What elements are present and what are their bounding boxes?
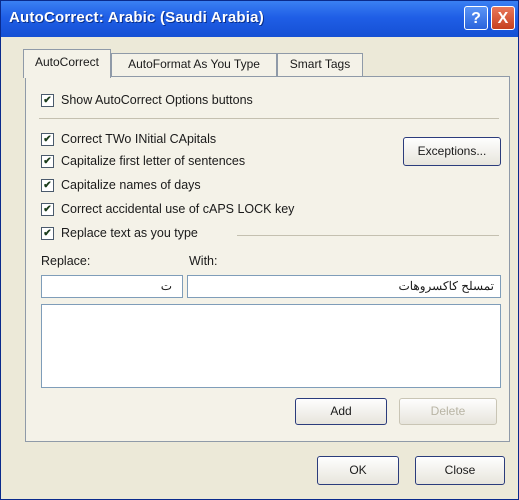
close-button-label: Close (444, 463, 476, 477)
tab-smart-tags-label: Smart Tags (289, 57, 351, 71)
tab-smart-tags[interactable]: Smart Tags (277, 53, 363, 76)
show-options-buttons-label: Show AutoCorrect Options buttons (61, 93, 253, 107)
with-label: With: (189, 254, 218, 268)
capitalize-sentences-row[interactable]: ✔ Capitalize first letter of sentences (41, 154, 245, 168)
capitalize-sentences-label: Capitalize first letter of sentences (61, 154, 246, 168)
show-options-buttons-checkbox[interactable]: ✔ (41, 93, 54, 107)
replace-as-you-type-checkbox[interactable]: ✔ (41, 226, 54, 240)
two-initial-caps-checkbox[interactable]: ✔ (41, 132, 54, 146)
delete-button-label: Delete (430, 404, 466, 418)
two-initial-caps-row[interactable]: ✔ Correct TWo INitial CApitals (41, 132, 216, 146)
with-input[interactable]: تمسلح كاكسروهات (187, 275, 501, 298)
replace-as-you-type-label: Replace text as you type (61, 226, 198, 240)
help-icon: ? (471, 10, 481, 27)
replacement-list[interactable] (41, 304, 501, 388)
ok-button[interactable]: OK (317, 456, 399, 485)
capitalize-days-label: Capitalize names of days (61, 178, 201, 192)
capitalize-days-checkbox[interactable]: ✔ (41, 178, 54, 192)
caps-lock-checkbox[interactable]: ✔ (41, 202, 54, 216)
close-button[interactable]: Close (415, 456, 505, 485)
divider (39, 118, 499, 119)
caps-lock-label: Correct accidental use of cAPS LOCK key (61, 202, 295, 216)
close-icon: X (497, 10, 509, 27)
tab-autocorrect-label: AutoCorrect (34, 55, 100, 69)
add-button[interactable]: Add (295, 398, 387, 425)
autocorrect-dialog: AutoCorrect: Arabic (Saudi Arabia) ? X A… (0, 0, 519, 500)
delete-button[interactable]: Delete (399, 398, 497, 425)
close-window-button[interactable]: X (491, 6, 515, 30)
add-button-label: Add (330, 404, 352, 418)
capitalize-sentences-checkbox[interactable]: ✔ (41, 154, 54, 168)
capitalize-days-row[interactable]: ✔ Capitalize names of days (41, 178, 201, 192)
replace-input-value: ت (160, 279, 172, 293)
exceptions-button-label: Exceptions... (417, 144, 487, 158)
replace-input[interactable]: ت (41, 275, 183, 298)
tab-autocorrect[interactable]: AutoCorrect (23, 49, 111, 78)
tab-autoformat[interactable]: AutoFormat As You Type (111, 53, 277, 76)
replace-label: Replace: (41, 254, 91, 268)
help-button[interactable]: ? (464, 6, 488, 30)
group-line (237, 235, 499, 236)
replace-as-you-type-row[interactable]: ✔ Replace text as you type (41, 226, 198, 240)
window-title: AutoCorrect: Arabic (Saudi Arabia) (9, 9, 264, 26)
title-bar[interactable]: AutoCorrect: Arabic (Saudi Arabia) ? X (1, 1, 518, 37)
show-options-buttons-row[interactable]: ✔ Show AutoCorrect Options buttons (41, 93, 253, 107)
with-input-value: تمسلح كاكسروهات (398, 279, 494, 293)
ok-button-label: OK (349, 463, 367, 477)
two-initial-caps-label: Correct TWo INitial CApitals (61, 132, 217, 146)
exceptions-button[interactable]: Exceptions... (403, 137, 501, 166)
tab-autoformat-label: AutoFormat As You Type (128, 57, 260, 71)
caps-lock-row[interactable]: ✔ Correct accidental use of cAPS LOCK ke… (41, 202, 294, 216)
